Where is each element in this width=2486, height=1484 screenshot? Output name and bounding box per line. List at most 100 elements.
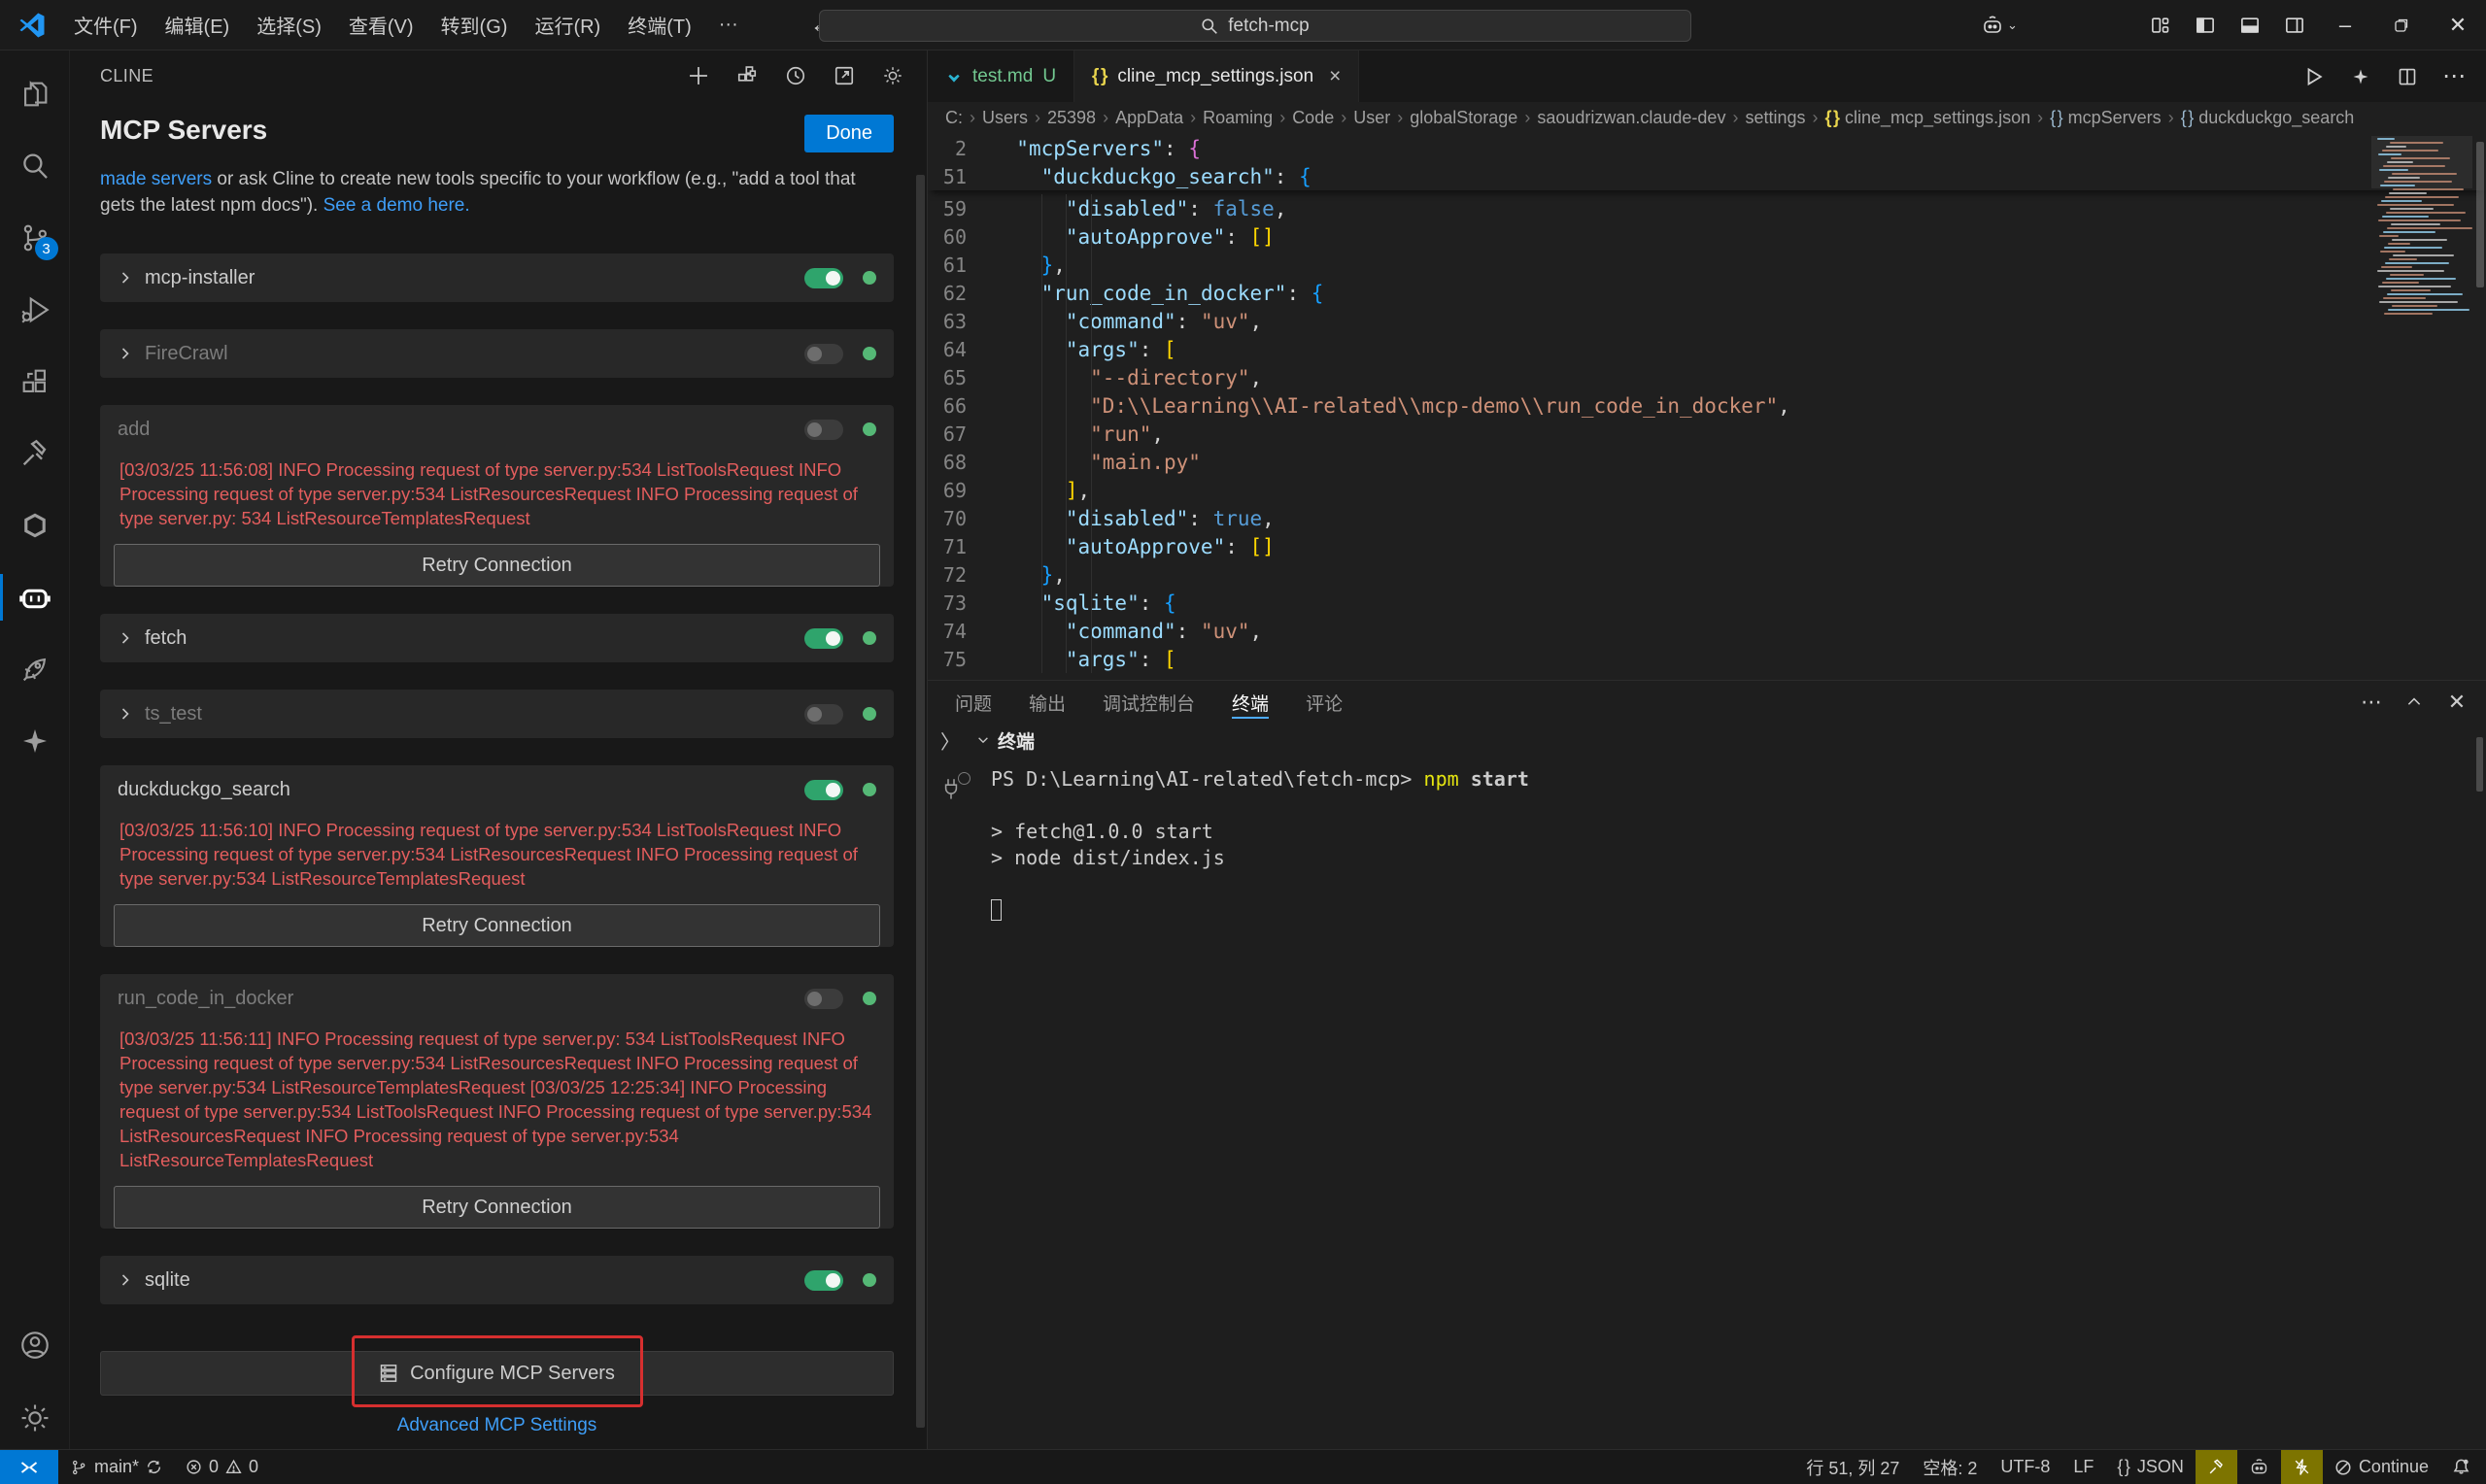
tab-cline-mcp-settings-json[interactable]: { } cline_mcp_settings.json × [1074, 51, 1359, 102]
maximize-panel-icon[interactable] [2397, 685, 2432, 720]
menu-item-r[interactable]: 运行(R) [521, 5, 614, 45]
panel-tab-2[interactable]: 调试控制台 [1103, 681, 1195, 724]
mcp-server-row-sqlite[interactable]: sqlite [100, 1256, 894, 1304]
panel-tab-3[interactable]: 终端 [1232, 681, 1269, 724]
breadcrumb-item-globalStorage[interactable]: globalStorage [1410, 108, 1517, 128]
configure-mcp-servers-button[interactable]: Configure MCP Servers [100, 1351, 894, 1396]
breadcrumb-item-saoudrizwan-claude-dev[interactable]: saoudrizwan.claude-dev [1537, 108, 1725, 128]
run-debug-icon[interactable] [0, 274, 70, 346]
hexagon-ring-extension-icon[interactable] [0, 489, 70, 561]
menu-item-v[interactable]: 查看(V) [335, 5, 427, 45]
code-editor[interactable]: 2 "mcpServers": {51 "duckduckgo_search":… [928, 134, 2486, 680]
server-enabled-toggle[interactable] [804, 344, 843, 364]
problems-item[interactable]: 0 0 [174, 1450, 270, 1484]
mcp-server-row-ts_test[interactable]: ts_test [100, 690, 894, 738]
retry-connection-button[interactable]: Retry Connection [114, 904, 880, 947]
minimap[interactable] [2371, 138, 2472, 322]
rocket-extension-icon[interactable] [0, 633, 70, 705]
indentation-item[interactable]: 空格: 2 [1911, 1450, 1989, 1484]
done-button[interactable]: Done [804, 115, 894, 152]
menu-item-g[interactable]: 转到(G) [427, 5, 522, 45]
breadcrumb-item-Code[interactable]: Code [1292, 108, 1334, 128]
tab-test-md[interactable]: test.md U [928, 51, 1074, 102]
sparkle-extension-icon[interactable] [0, 705, 70, 777]
toggle-secondary-sidebar-icon[interactable] [2272, 0, 2317, 51]
copilot-icon[interactable]: ⌄ [1977, 0, 2022, 51]
mcp-server-row-fetch[interactable]: fetch [100, 614, 894, 662]
lightning-off-status-item[interactable] [2281, 1450, 2323, 1484]
made-servers-link[interactable]: made servers [100, 169, 212, 189]
restore-button[interactable] [2373, 0, 2430, 51]
tools-extension-icon[interactable] [0, 418, 70, 489]
toggle-primary-sidebar-icon[interactable] [2183, 0, 2228, 51]
customize-layout-icon[interactable] [2138, 0, 2183, 51]
new-task-icon[interactable] [680, 57, 717, 94]
accounts-icon[interactable] [0, 1309, 70, 1381]
retry-connection-button[interactable]: Retry Connection [114, 1186, 880, 1229]
sidebar-scrollbar[interactable] [916, 175, 925, 1428]
retry-connection-button[interactable]: Retry Connection [114, 544, 880, 587]
terminal-group-header[interactable]: 终端 [976, 727, 1035, 754]
cursor-position-item[interactable]: 行 51, 列 27 [1794, 1450, 1911, 1484]
breadcrumb-item-duckduckgo_search[interactable]: { }duckduckgo_search [2181, 108, 2355, 128]
history-icon[interactable] [777, 57, 814, 94]
menu-item-s[interactable]: 选择(S) [243, 5, 335, 45]
language-mode-item[interactable]: { }JSON [2105, 1450, 2196, 1484]
server-enabled-toggle[interactable] [804, 704, 843, 725]
copilot-status-item[interactable] [2237, 1450, 2281, 1484]
server-enabled-toggle[interactable] [804, 628, 843, 649]
breadcrumb-item-settings[interactable]: settings [1745, 108, 1805, 128]
advanced-mcp-settings-link[interactable]: Advanced MCP Settings [100, 1415, 894, 1436]
see-demo-link[interactable]: See a demo here. [324, 195, 470, 216]
breadcrumb-item-Roaming[interactable]: Roaming [1203, 108, 1273, 128]
tool-status-item[interactable] [2196, 1450, 2237, 1484]
settings-gear-icon[interactable] [0, 1387, 70, 1449]
server-enabled-toggle[interactable] [804, 420, 843, 440]
menu-item-f[interactable]: 文件(F) [60, 5, 152, 45]
terminal[interactable]: PS D:\Learning\AI-related\fetch-mcp> npm… [928, 757, 2486, 924]
open-external-icon[interactable] [826, 57, 863, 94]
mcp-server-row-FireCrawl[interactable]: FireCrawl [100, 329, 894, 378]
source-control-icon[interactable]: 3 [0, 202, 70, 274]
server-enabled-toggle[interactable] [804, 268, 843, 288]
search-view-icon[interactable] [0, 130, 70, 202]
breadcrumb-item-mcpServers[interactable]: { }mcpServers [2050, 108, 2162, 128]
panel-tab-0[interactable]: 问题 [955, 681, 992, 724]
breadcrumb-item-C-[interactable]: C: [945, 108, 963, 128]
server-enabled-toggle[interactable] [804, 989, 843, 1009]
close-panel-icon[interactable]: ✕ [2439, 685, 2474, 720]
panel-tab-4[interactable]: 评论 [1306, 681, 1343, 724]
mcp-server-row-run_code_in_docker[interactable]: run_code_in_docker [100, 974, 894, 1023]
toggle-panel-icon[interactable] [2228, 0, 2272, 51]
explorer-icon[interactable] [0, 58, 70, 130]
server-enabled-toggle[interactable] [804, 780, 843, 800]
menu-item-e[interactable]: 编辑(E) [152, 5, 244, 45]
breadcrumb-item-AppData[interactable]: AppData [1115, 108, 1183, 128]
menu-item-t[interactable]: 终端(T) [614, 5, 705, 45]
mcp-server-row-add[interactable]: add [100, 405, 894, 454]
encoding-item[interactable]: UTF-8 [1989, 1450, 2061, 1484]
breadcrumb-item-User[interactable]: User [1353, 108, 1390, 128]
run-file-icon[interactable] [2296, 58, 2333, 95]
split-editor-icon[interactable] [2389, 58, 2426, 95]
editor-scrollbar[interactable] [2476, 142, 2484, 287]
more-actions-icon[interactable]: ⋯ [2435, 58, 2472, 95]
panel-breadcrumb-chevron-icon[interactable]: 〉 [937, 726, 963, 755]
breadcrumb-item-Users[interactable]: Users [982, 108, 1028, 128]
panel-more-actions-icon[interactable]: ⋯ [2354, 685, 2389, 720]
menu-item-[interactable]: ··· [705, 8, 752, 42]
command-search-input[interactable]: fetch-mcp [819, 10, 1691, 42]
notifications-bell-icon[interactable] [2440, 1450, 2486, 1484]
server-enabled-toggle[interactable] [804, 1270, 843, 1291]
breadcrumb-item-cline_mcp_settings-json[interactable]: { }cline_mcp_settings.json [1825, 108, 2031, 128]
close-tab-icon[interactable]: × [1329, 65, 1341, 88]
remote-indicator[interactable] [0, 1450, 58, 1484]
git-branch-item[interactable]: main* [58, 1450, 174, 1484]
extensions-icon[interactable] [0, 346, 70, 418]
cline-robot-icon[interactable] [0, 561, 70, 633]
eol-item[interactable]: LF [2061, 1450, 2105, 1484]
mcp-server-row-duckduckgo_search[interactable]: duckduckgo_search [100, 765, 894, 814]
terminal-scrollbar[interactable] [2476, 737, 2483, 792]
sparkle-edit-icon[interactable] [2342, 58, 2379, 95]
panel-tab-1[interactable]: 输出 [1029, 681, 1066, 724]
